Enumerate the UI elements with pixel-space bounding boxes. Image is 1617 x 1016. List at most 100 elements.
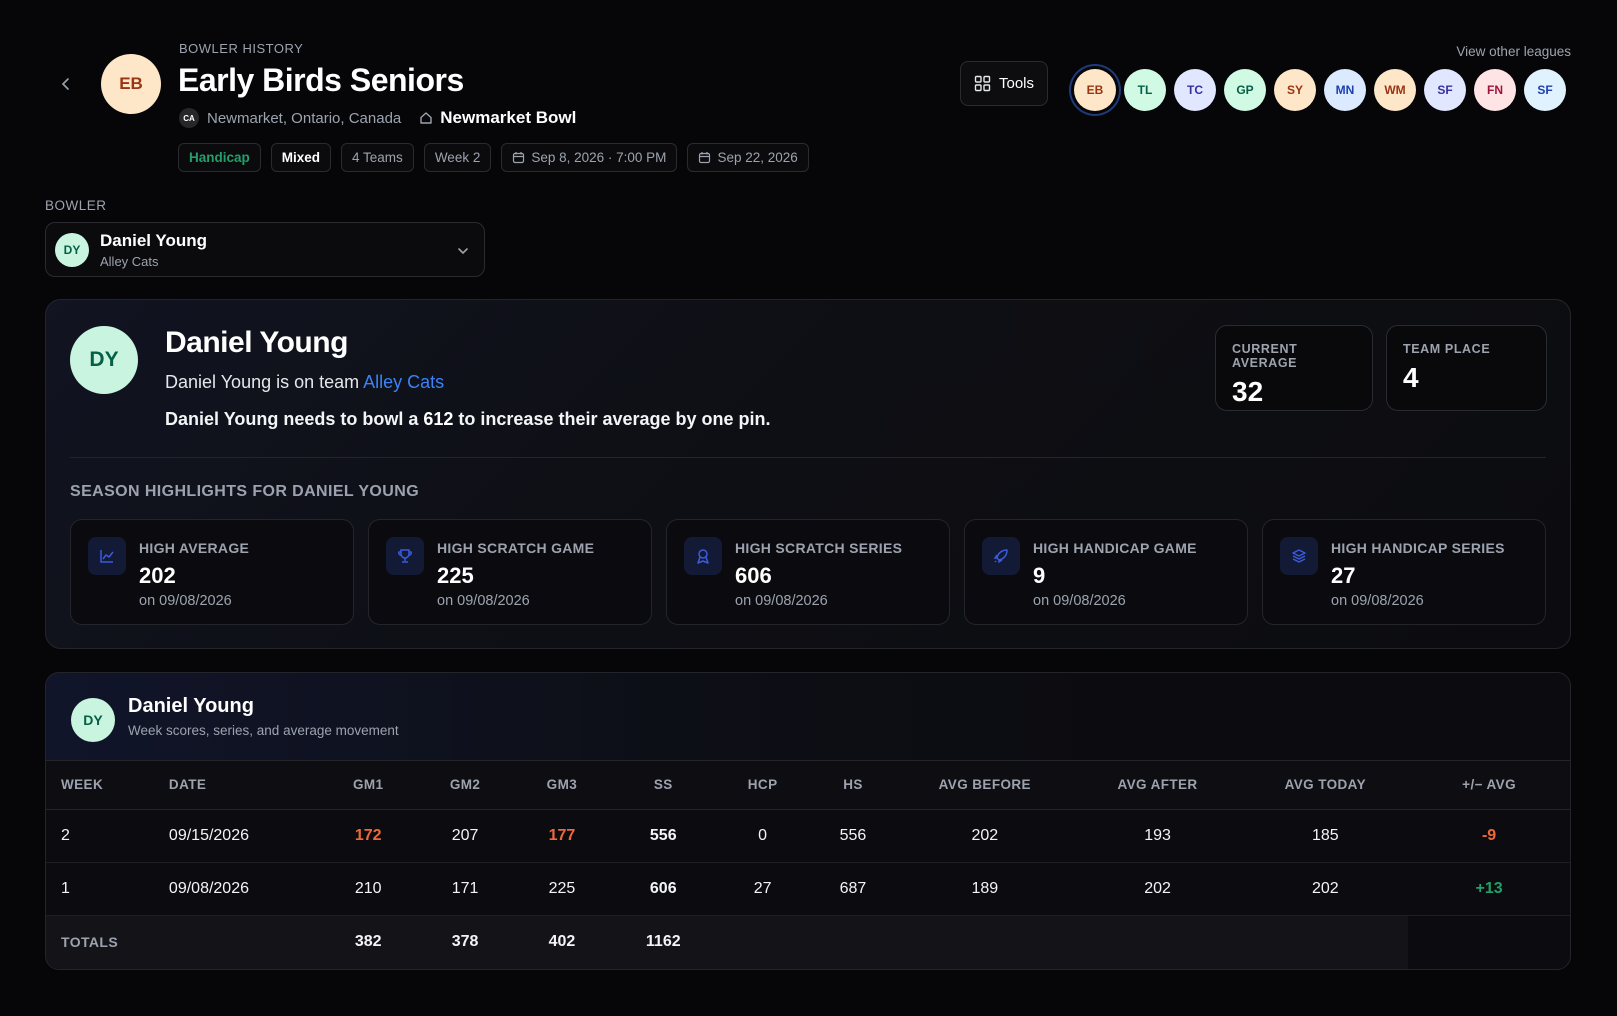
bowler-profile-card: DY Daniel Young Daniel Young is on team … xyxy=(45,299,1571,649)
league-avatar-wm[interactable]: WM xyxy=(1374,69,1416,111)
highlights-title: SEASON HIGHLIGHTS FOR DANIEL YOUNG xyxy=(70,483,420,500)
totals-empty xyxy=(716,915,810,969)
cell-avg-after: 202 xyxy=(1072,862,1243,916)
team-link[interactable]: Alley Cats xyxy=(363,372,444,392)
cell-gm2: 207 xyxy=(416,809,514,863)
bowler-name: Daniel Young xyxy=(165,326,348,359)
col-avg-diff: +/− AVG xyxy=(1408,761,1570,810)
team-line-prefix: Daniel Young is on team xyxy=(165,372,364,392)
location-text: Newmarket, Ontario, Canada xyxy=(207,109,402,127)
totals-empty xyxy=(896,915,1073,969)
average-need-line: Daniel Young needs to bowl a 612 to incr… xyxy=(165,409,771,430)
highlights-grid: HIGH AVERAGE 202 on 09/08/2026 HIGH SCRA… xyxy=(70,519,1546,625)
league-chips: Handicap Mixed 4 Teams Week 2 Sep 8, 202… xyxy=(178,143,809,172)
bowler-select[interactable]: DY Daniel Young Alley Cats xyxy=(45,222,485,277)
cell-hcp: 27 xyxy=(716,862,810,916)
team-place-stat: TEAM PLACE 4 xyxy=(1386,325,1547,411)
divider xyxy=(70,457,1546,458)
venue: Newmarket Bowl xyxy=(419,108,576,128)
calendar-icon xyxy=(699,152,711,164)
highlight-high-average: HIGH AVERAGE 202 on 09/08/2026 xyxy=(70,519,354,625)
col-avg-before: AVG BEFORE xyxy=(896,761,1073,810)
league-avatar-gp[interactable]: GP xyxy=(1224,69,1266,111)
highlight-date: on 09/08/2026 xyxy=(139,593,232,609)
history-card: DY Daniel Young Week scores, series, and… xyxy=(45,672,1571,970)
highlight-date: on 09/08/2026 xyxy=(437,593,530,609)
cell-avg-diff: +13 xyxy=(1408,862,1570,916)
cell-ss: 556 xyxy=(610,809,717,863)
league-avatar-fn[interactable]: FN xyxy=(1474,69,1516,111)
col-ss: SS xyxy=(610,761,717,810)
col-gm2: GM2 xyxy=(416,761,514,810)
cell-week: 2 xyxy=(46,809,154,863)
totals-empty xyxy=(1242,915,1409,969)
current-average-value: 32 xyxy=(1232,376,1264,407)
league-avatar-tc[interactable]: TC xyxy=(1174,69,1216,111)
table-row: 2 09/15/2026 172 207 177 556 0 556 202 1… xyxy=(46,809,1570,863)
col-gm1: GM1 xyxy=(319,761,417,810)
view-other-leagues-link[interactable]: View other leagues xyxy=(1456,44,1571,59)
cell-gm1: 172 xyxy=(319,809,417,863)
highlight-high-scratch-series: HIGH SCRATCH SERIES 606 on 09/08/2026 xyxy=(666,519,950,625)
col-date: DATE xyxy=(153,761,320,810)
totals-empty xyxy=(809,915,897,969)
totals-gm2: 378 xyxy=(416,915,514,969)
highlight-high-handicap-series: HIGH HANDICAP SERIES 27 on 09/08/2026 xyxy=(1262,519,1546,625)
cell-date: 09/08/2026 xyxy=(153,862,320,916)
totals-empty xyxy=(153,915,320,969)
page-eyebrow: BOWLER HISTORY xyxy=(179,41,304,56)
league-avatar-tl[interactable]: TL xyxy=(1124,69,1166,111)
rocket-icon xyxy=(982,537,1020,575)
tools-label: Tools xyxy=(998,75,1035,92)
league-avatar-sf[interactable]: SF xyxy=(1424,69,1466,111)
history-table: WEEK DATE GM1 GM2 GM3 SS HCP HS AVG BEFO… xyxy=(46,761,1570,969)
league-avatar-mn[interactable]: MN xyxy=(1324,69,1366,111)
highlight-label: HIGH SCRATCH GAME xyxy=(437,540,595,556)
col-avg-after: AVG AFTER xyxy=(1072,761,1243,810)
cell-hs: 556 xyxy=(809,809,897,863)
highlight-value: 225 xyxy=(437,563,474,588)
cell-gm2: 171 xyxy=(416,862,514,916)
highlight-high-handicap-game: HIGH HANDICAP GAME 9 on 09/08/2026 xyxy=(964,519,1248,625)
chip-end-date: Sep 22, 2026 xyxy=(687,143,809,172)
cell-hcp: 0 xyxy=(716,809,810,863)
bowler-label: BOWLER xyxy=(45,198,107,213)
totals-ss: 1162 xyxy=(610,915,717,969)
league-avatar-sy[interactable]: SY xyxy=(1274,69,1316,111)
home-icon xyxy=(420,112,432,124)
cell-avg-diff: -9 xyxy=(1408,809,1570,863)
highlight-high-scratch-game: HIGH SCRATCH GAME 225 on 09/08/2026 xyxy=(368,519,652,625)
league-avatar-sf[interactable]: SF xyxy=(1524,69,1566,111)
cell-avg-before: 189 xyxy=(896,862,1073,916)
cell-gm1: 210 xyxy=(319,862,417,916)
chip-teams: 4 Teams xyxy=(341,143,414,172)
current-average-label: CURRENT AVERAGE xyxy=(1232,342,1298,370)
league-avatar-eb[interactable]: EB xyxy=(1074,69,1116,111)
chip-start-date-text: Sep 8, 2026 · 7:00 PM xyxy=(531,150,667,165)
history-header: DY Daniel Young Week scores, series, and… xyxy=(46,673,1570,761)
chevron-down-icon xyxy=(458,248,468,255)
tools-button[interactable]: Tools xyxy=(960,61,1048,106)
highlight-date: on 09/08/2026 xyxy=(1331,593,1424,609)
calendar-icon xyxy=(513,152,525,164)
chip-start-date: Sep 8, 2026 · 7:00 PM xyxy=(501,143,678,172)
highlight-date: on 09/08/2026 xyxy=(735,593,828,609)
back-button[interactable] xyxy=(54,72,78,96)
venue-name: Newmarket Bowl xyxy=(440,108,577,127)
location-row: CA Newmarket, Ontario, Canada Newmarket … xyxy=(179,108,576,128)
history-subtitle: Week scores, series, and average movemen… xyxy=(128,723,399,738)
chip-mixed: Mixed xyxy=(270,143,332,172)
highlight-value: 202 xyxy=(139,563,176,588)
cell-avg-today: 202 xyxy=(1242,862,1409,916)
highlight-value: 27 xyxy=(1331,563,1356,588)
need-prefix: Daniel Young needs to bowl a xyxy=(165,409,424,429)
page-title: Early Birds Seniors xyxy=(178,62,464,98)
cell-date: 09/15/2026 xyxy=(153,809,320,863)
avatar: DY xyxy=(71,698,115,742)
highlight-label: HIGH SCRATCH SERIES xyxy=(735,540,903,556)
cell-week: 1 xyxy=(46,862,154,916)
cell-hs: 687 xyxy=(809,862,897,916)
col-hs: HS xyxy=(809,761,897,810)
cell-avg-today: 185 xyxy=(1242,809,1409,863)
layers-icon xyxy=(1280,537,1318,575)
